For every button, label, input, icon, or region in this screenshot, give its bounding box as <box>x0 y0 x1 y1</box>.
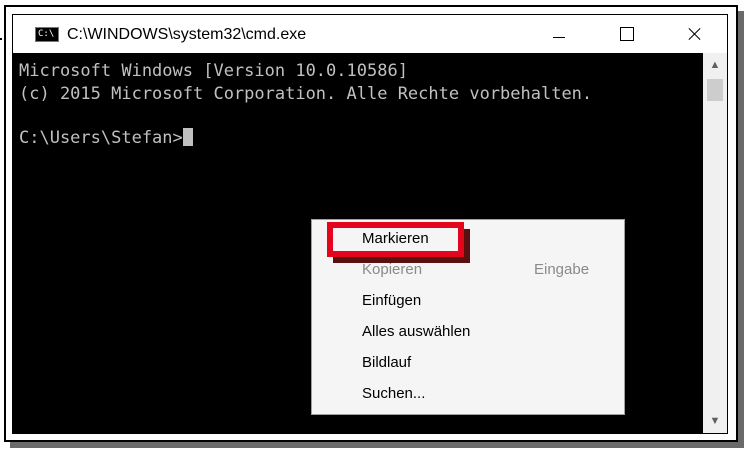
scroll-thumb[interactable] <box>707 79 723 101</box>
console-line: (c) 2015 Microsoft Corporation. Alle Rec… <box>19 84 593 104</box>
highlight-box <box>327 222 464 257</box>
title-bar[interactable]: C:\WINDOWS\system32\cmd.exe <box>13 15 727 53</box>
cmd-icon[interactable] <box>35 27 59 42</box>
menu-shortcut: Eingabe <box>534 261 590 278</box>
window-title: C:\WINDOWS\system32\cmd.exe <box>67 26 307 43</box>
console-prompt: C:\Users\Stefan> <box>19 127 193 149</box>
close-icon[interactable] <box>672 15 718 53</box>
vertical-scrollbar[interactable]: ▲ ▼ <box>703 53 727 433</box>
menu-item-bildlauf[interactable]: Bildlauf <box>362 350 411 376</box>
highlight-shadow <box>333 257 470 263</box>
text-cursor <box>182 128 193 146</box>
minimize-icon[interactable] <box>536 15 582 53</box>
scroll-down-icon[interactable]: ▼ <box>703 411 727 431</box>
menu-item-einfuegen[interactable]: Einfügen <box>362 288 421 314</box>
maximize-icon[interactable] <box>604 15 650 53</box>
scroll-up-icon[interactable]: ▲ <box>703 55 727 75</box>
cmd-window: C:\WINDOWS\system32\cmd.exe Microsoft Wi… <box>12 14 728 434</box>
menu-item-alles-auswaehlen[interactable]: Alles auswählen <box>362 319 470 345</box>
frame-marker <box>0 38 2 40</box>
menu-item-suchen[interactable]: Suchen... <box>362 381 425 407</box>
console-line: Microsoft Windows [Version 10.0.10586] <box>19 61 408 81</box>
prompt-text: C:\Users\Stefan> <box>19 128 183 148</box>
